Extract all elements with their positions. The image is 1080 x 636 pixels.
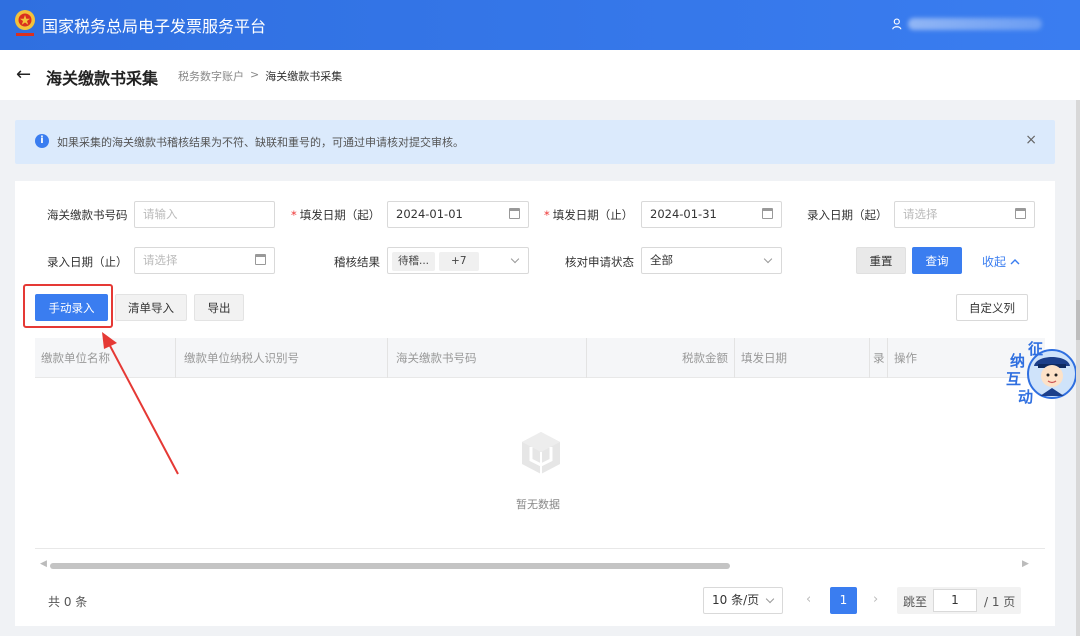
mascot-char-4: 动 [1018, 388, 1034, 406]
mascot-char-1: 征 [1028, 340, 1044, 358]
red-arrow-annotation [102, 332, 179, 475]
interaction-mascot-widget[interactable]: 征 纳 互 动 [1002, 336, 1080, 408]
page-scrollbar-thumb[interactable] [1076, 300, 1080, 340]
page-scrollbar[interactable] [1076, 100, 1080, 636]
